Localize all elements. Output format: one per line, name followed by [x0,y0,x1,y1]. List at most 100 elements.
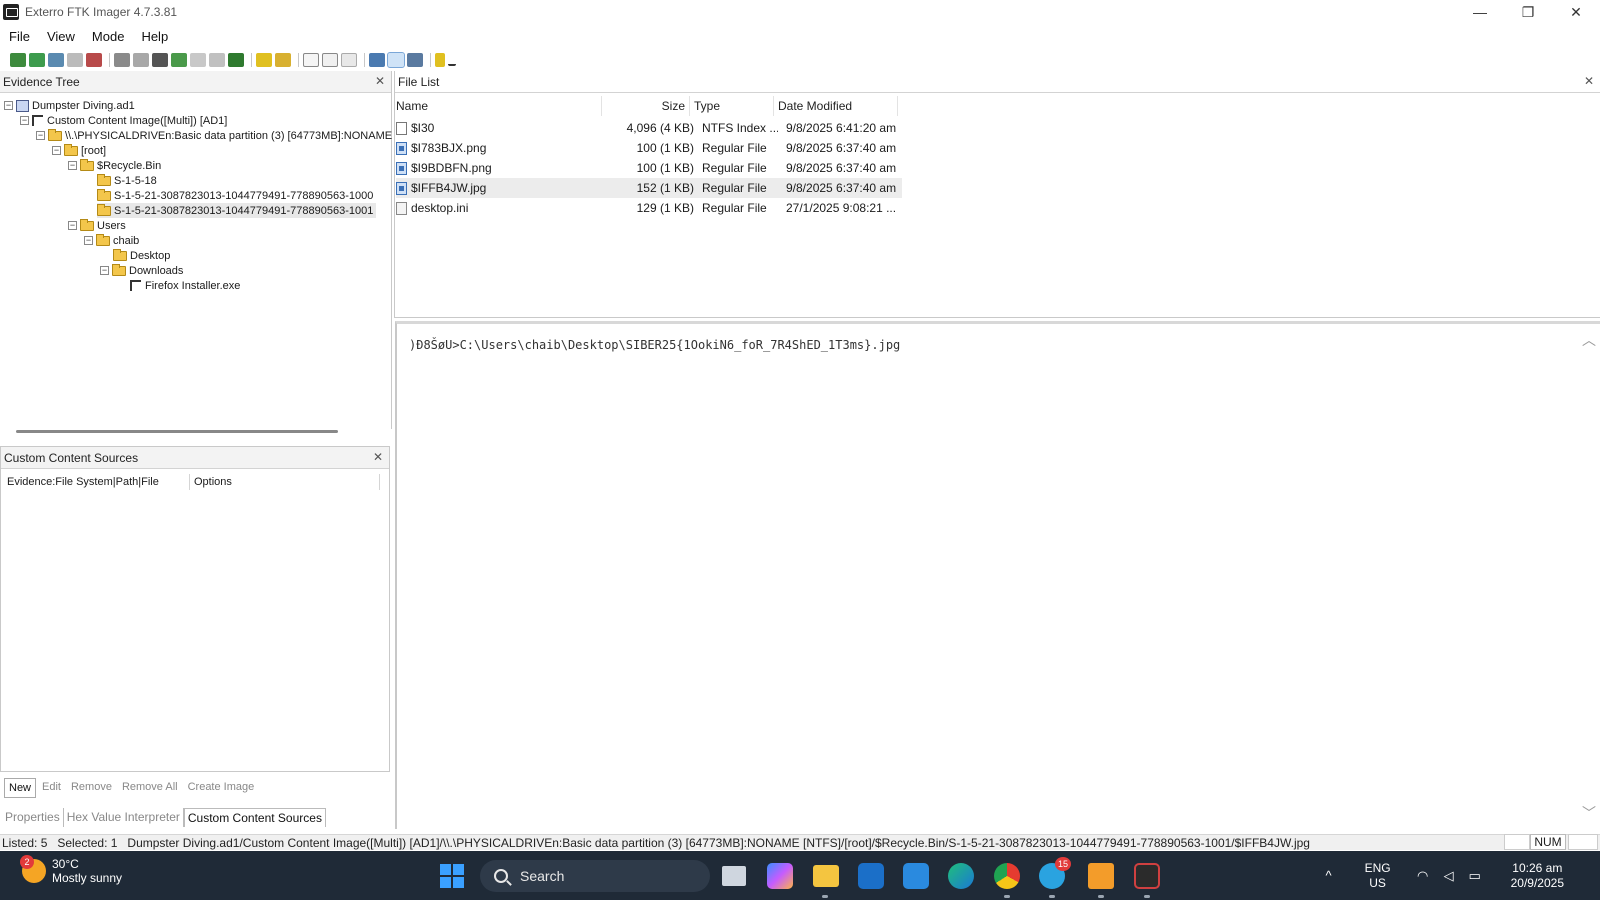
ftk-imager-icon[interactable] [1134,863,1160,889]
tree-node-physical-drive[interactable]: − \\.\PHYSICALDRIVEn:Basic data partition… [36,128,392,143]
scroll-down-icon[interactable]: ﹀ [1582,803,1596,823]
tree-node-downloads[interactable]: − Downloads [100,263,183,278]
task-view-icon[interactable] [722,866,746,886]
telegram-icon[interactable]: 15 [1039,857,1071,889]
collapse-icon[interactable]: − [68,221,77,230]
add-to-custom-content-icon[interactable] [171,53,187,67]
wifi-icon[interactable]: ◠ [1415,868,1431,883]
chrome-icon[interactable] [994,863,1020,889]
menu-mode[interactable]: Mode [83,29,133,44]
tree-node-custom-content-image[interactable]: − Custom Content Image([Multi]) [AD1] [20,113,227,128]
collapse-icon[interactable]: − [68,161,77,170]
tab-hex-value-interpreter[interactable]: Hex Value Interpreter [64,808,184,827]
weather-widget[interactable]: 2 30°C Mostly sunny [20,855,122,885]
text-viewer[interactable]: )Ð8ŠøU>C:\Users\chaib\Desktop\SIBER25{1O… [395,321,1600,829]
folder-icon [112,263,126,276]
export-disk-image-icon[interactable] [133,53,149,67]
collapse-icon[interactable]: − [36,131,45,140]
close-button[interactable]: ✕ [1552,0,1600,24]
tree-node-dumpster-diving[interactable]: − Dumpster Diving.ad1 [4,98,135,113]
menu-help[interactable]: Help [132,29,176,44]
close-icon[interactable]: ✕ [373,450,383,464]
dropdown-icon[interactable] [448,60,456,66]
file-row[interactable]: desktop.ini 129 (1 KB) Regular File 27/1… [396,198,902,218]
viewer-content[interactable]: )Ð8ŠøU>C:\Users\chaib\Desktop\SIBER25{1O… [409,338,900,352]
export-logical-image-icon[interactable] [152,53,168,67]
file-explorer-icon[interactable] [813,865,839,887]
column-date-modified[interactable]: Date Modified [774,96,898,116]
file-icon[interactable] [303,53,319,67]
clock[interactable]: 10:26 am 20/9/2025 [1511,861,1564,891]
restore-button[interactable]: ❐ [1504,0,1552,24]
tree-node-users[interactable]: − Users [68,218,126,233]
add-evidence-icon[interactable] [10,53,26,67]
collapse-icon[interactable]: − [4,101,13,110]
tab-custom-content-sources[interactable]: Custom Content Sources [183,808,326,827]
hex-mode-icon[interactable] [407,53,423,67]
file-date: 27/1/2025 9:08:21 ... [786,201,897,215]
capture-memory-icon[interactable] [256,53,272,67]
hex-view-icon[interactable] [341,53,357,67]
copilot-icon[interactable] [767,863,793,889]
start-button[interactable] [440,864,464,888]
scroll-up-icon[interactable]: ︿ [1582,330,1596,350]
remove-button[interactable]: Remove [67,778,116,798]
verify-drive-icon[interactable] [228,53,244,67]
tree-node-s-1-5-18[interactable]: S-1-5-18 [97,173,157,188]
close-icon[interactable]: ✕ [375,74,385,88]
create-disk-image-icon[interactable] [114,53,130,67]
close-icon[interactable]: ✕ [1584,74,1594,88]
remove-evidence-icon[interactable] [67,53,83,67]
create-image-button[interactable]: Create Image [184,778,259,798]
menu-view[interactable]: View [38,29,83,44]
virtualbox-icon[interactable] [1088,863,1114,889]
evidence-tree: − Dumpster Diving.ad1 − Custom Content Ima… [0,95,392,415]
volume-icon[interactable]: ◁ [1441,868,1457,883]
file-row-selected[interactable]: $IFFB4JW.jpg 152 (1 KB) Regular File 9/8… [396,178,902,198]
properties-icon[interactable] [322,53,338,67]
folder-icon [97,173,111,186]
taskbar-search[interactable]: Search [480,860,710,892]
auto-view-icon[interactable] [369,53,385,67]
remote-desktop-icon[interactable] [903,863,929,889]
new-button[interactable]: New [4,778,37,798]
column-size[interactable]: Size [602,96,690,116]
column-name[interactable]: Name [392,96,602,116]
photos-icon[interactable] [858,863,884,889]
column-options[interactable]: Options [190,474,380,490]
edge-icon[interactable] [948,863,974,889]
menu-file[interactable]: File [0,29,38,44]
tree-node-sid-1000[interactable]: S-1-5-21-3087823013-1044779491-778890563… [97,188,373,203]
tree-node-recycle-bin[interactable]: − $Recycle.Bin [68,158,161,173]
minimize-button[interactable]: — [1456,0,1504,24]
tree-node-root[interactable]: − [root] [52,143,106,158]
collapse-icon[interactable]: − [100,266,109,275]
add-all-evidence-icon[interactable] [29,53,45,67]
chevron-up-icon[interactable]: ^ [1321,868,1337,883]
tree-node-chaib[interactable]: − chaib [84,233,139,248]
column-type[interactable]: Type [690,96,774,116]
create-custom-content-icon[interactable] [190,53,206,67]
remove-all-evidence-icon[interactable] [86,53,102,67]
help-icon[interactable] [435,53,445,67]
edit-button[interactable]: Edit [38,778,65,798]
battery-icon[interactable]: ▭ [1467,868,1483,883]
collapse-icon[interactable]: − [20,116,29,125]
column-evidence-path[interactable]: Evidence:File System|Path|File [3,474,190,490]
collapse-icon[interactable]: − [52,146,61,155]
image-mounting-icon[interactable] [48,53,64,67]
tree-horizontal-scrollbar[interactable] [16,430,338,433]
file-row[interactable]: $I783BJX.png 100 (1 KB) Regular File 9/8… [396,138,902,158]
remove-all-button[interactable]: Remove All [118,778,182,798]
obtain-protected-files-icon[interactable] [275,53,291,67]
text-view-icon[interactable] [387,52,405,68]
file-row[interactable]: $I9BDBFN.png 100 (1 KB) Regular File 9/8… [396,158,902,178]
tab-properties[interactable]: Properties [2,808,64,827]
collapse-icon[interactable]: − [84,236,93,245]
tree-node-desktop[interactable]: Desktop [113,248,170,263]
decrypt-icon[interactable] [209,53,225,67]
tree-node-sid-1001[interactable]: S-1-5-21-3087823013-1044779491-778890563… [97,203,377,218]
language-indicator[interactable]: ENG US [1365,861,1391,891]
tree-node-firefox-installer[interactable]: Firefox Installer.exe [130,278,240,293]
file-row[interactable]: $I30 4,096 (4 KB) NTFS Index ... 9/8/202… [396,118,902,138]
